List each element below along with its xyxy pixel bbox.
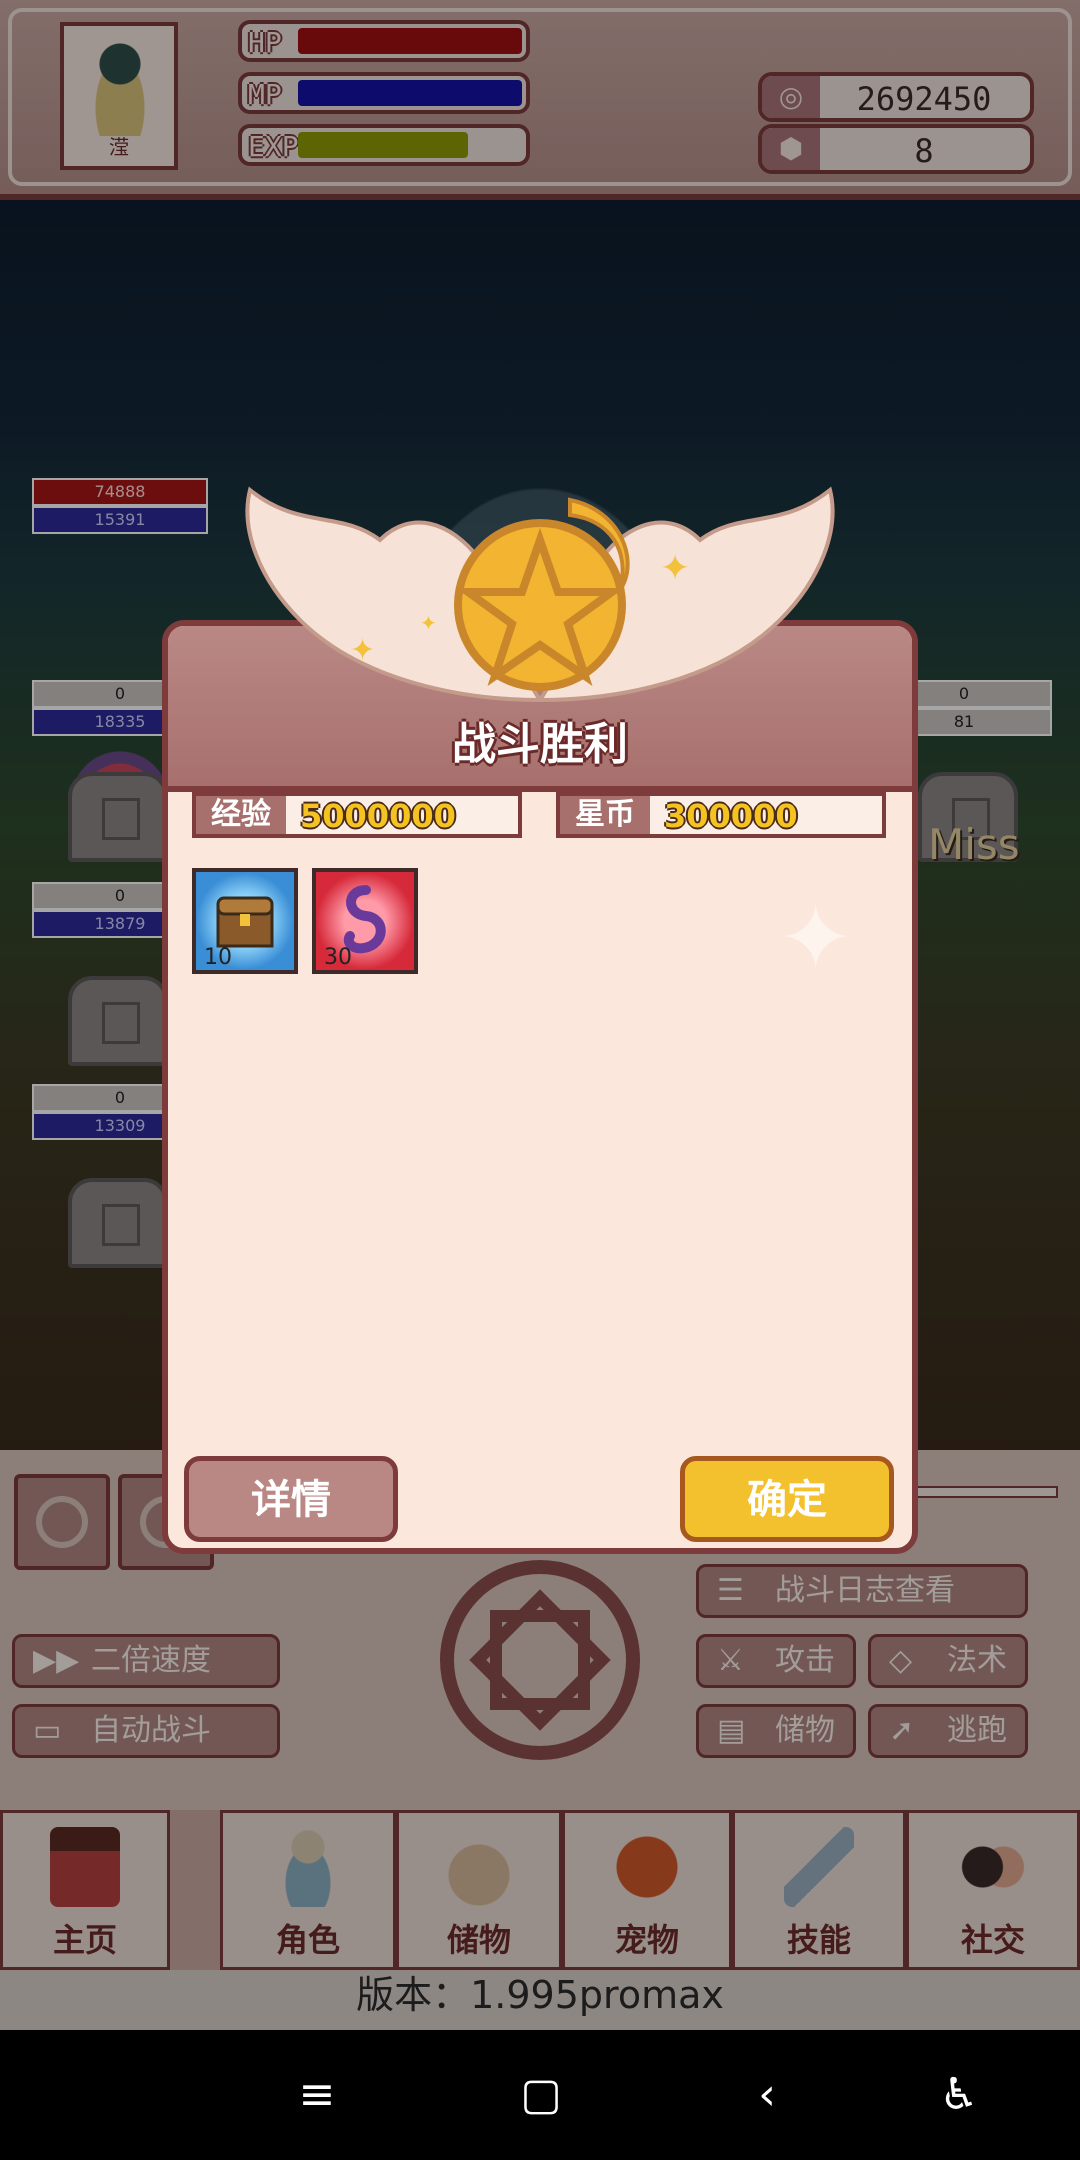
svg-text:✦: ✦ — [350, 633, 375, 668]
system-nav-bar: ≡ ▢ ‹ ♿ — [0, 2030, 1080, 2160]
item-qty: 30 — [324, 945, 352, 970]
sparkle-icon: ✦ — [778, 886, 854, 991]
coin-reward-label: 星币 — [560, 796, 650, 834]
details-button[interactable]: 详情 — [184, 1456, 398, 1542]
coin-reward: 星币 300000 — [556, 792, 886, 838]
exp-reward: 经验 5000000 — [192, 792, 522, 838]
accessibility-icon[interactable]: ♿ — [924, 2060, 994, 2130]
coin-reward-value: 300000 — [664, 797, 798, 835]
reward-item-chest[interactable]: 10 — [192, 868, 298, 974]
exp-reward-value: 5000000 — [300, 797, 456, 835]
svg-text:✦: ✦ — [420, 611, 437, 635]
svg-text:✦: ✦ — [660, 548, 690, 589]
menu-icon[interactable]: ≡ — [282, 2060, 352, 2130]
back-icon[interactable]: ‹ — [732, 2060, 802, 2130]
dialog-title: 战斗胜利 — [452, 719, 628, 770]
reward-item-serpent[interactable]: 30 — [312, 868, 418, 974]
item-qty: 10 — [204, 945, 232, 970]
exp-reward-label: 经验 — [196, 796, 286, 834]
confirm-button[interactable]: 确定 — [680, 1456, 894, 1542]
home-square-icon[interactable]: ▢ — [506, 2060, 576, 2130]
